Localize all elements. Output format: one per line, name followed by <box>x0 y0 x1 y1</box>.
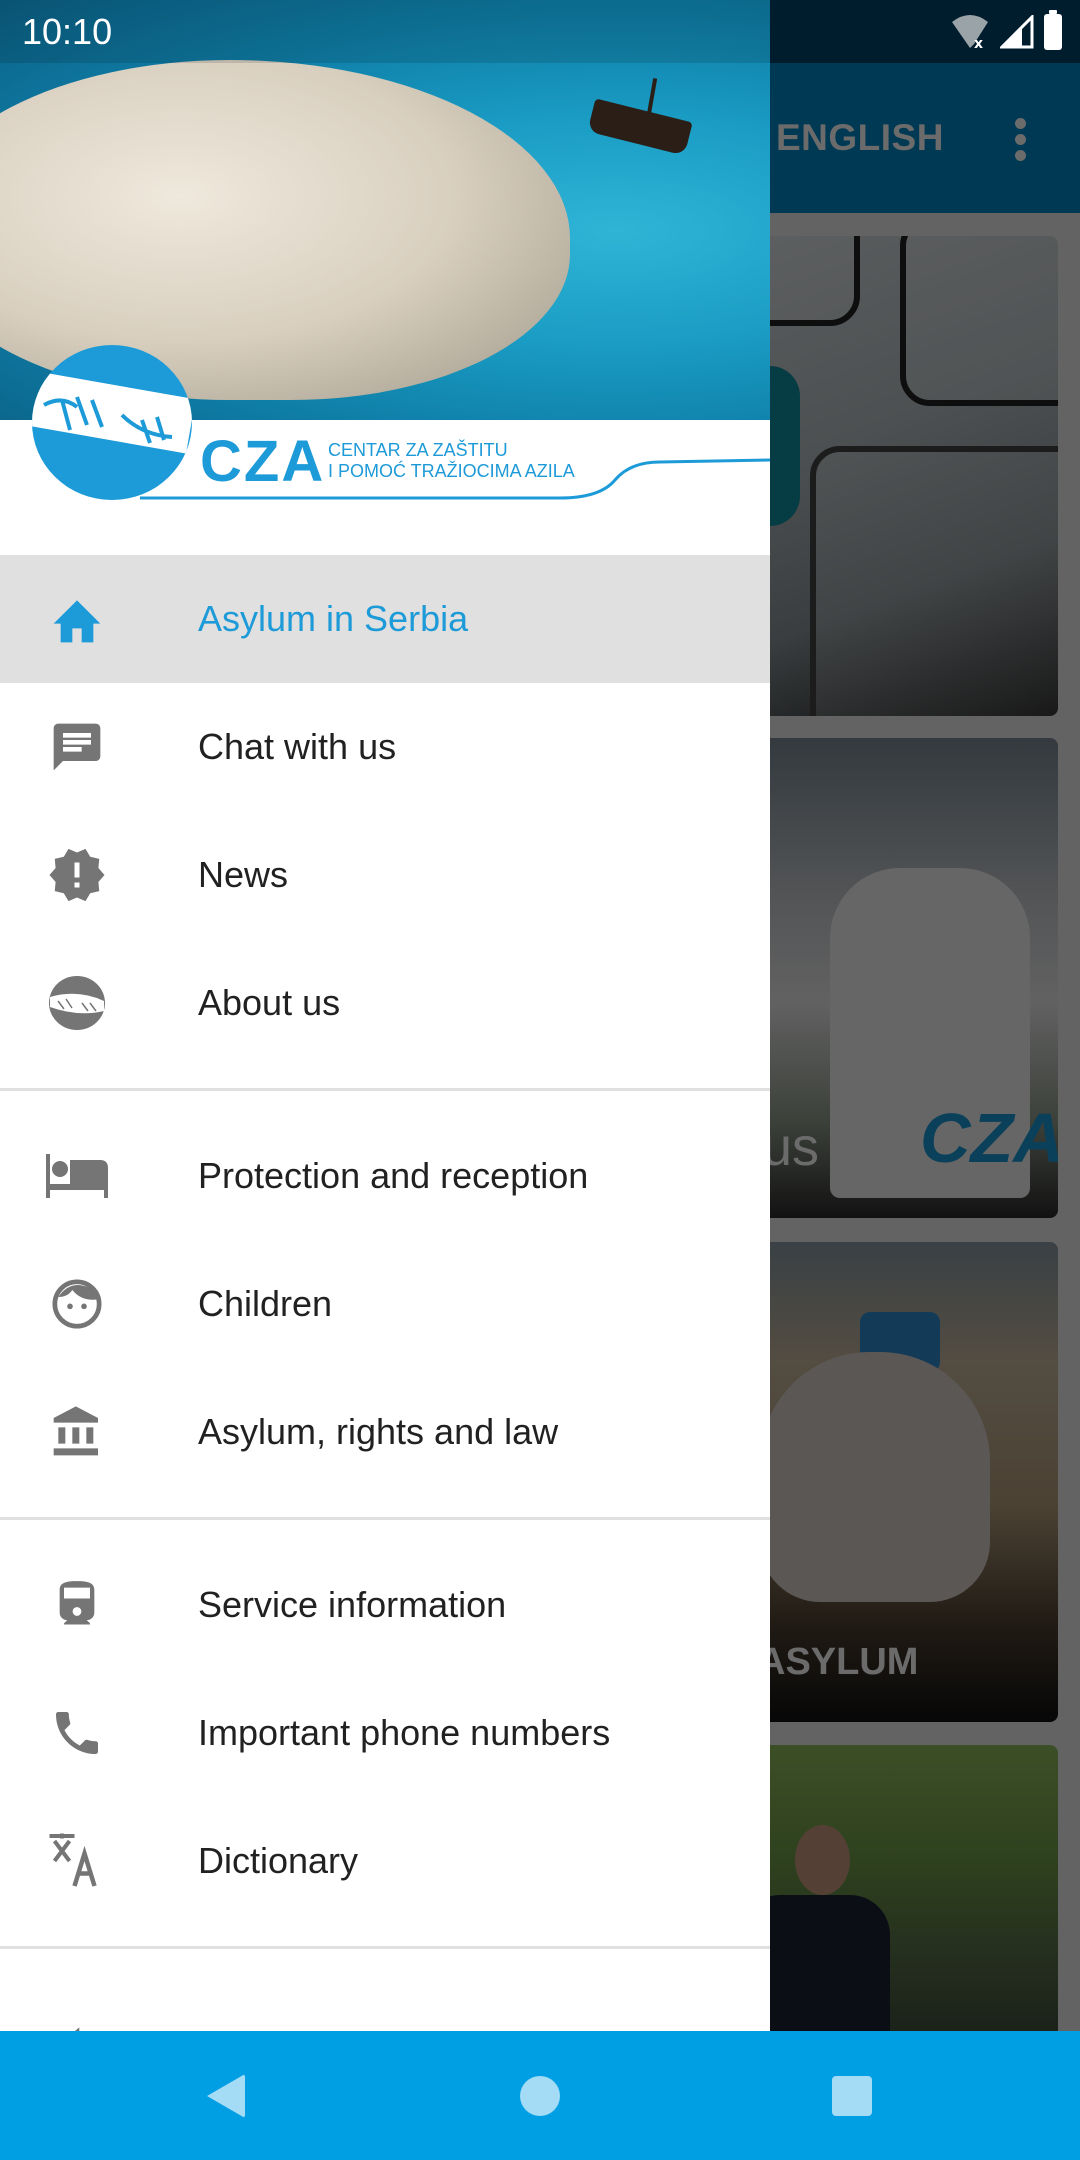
megaphone-icon <box>46 2015 108 2031</box>
menu-item-label: Asylum, rights and law <box>198 1411 559 1452</box>
menu-item-label: Asylum in Serbia <box>198 598 469 639</box>
recents-button[interactable] <box>782 2031 922 2160</box>
recents-icon <box>832 2075 872 2116</box>
home-button[interactable] <box>470 2031 610 2160</box>
home-icon <box>46 588 108 650</box>
logo-subtitle: CENTAR ZA ZAŠTITU I POMOĆ TRAŽIOCIMA AZI… <box>328 440 575 482</box>
translate-icon <box>46 1830 108 1892</box>
menu-item-label: Dictionary <box>198 1840 359 1881</box>
menu-divider <box>0 1088 770 1091</box>
back-icon <box>207 2073 245 2118</box>
menu-divider <box>0 1946 770 1949</box>
cza-logo-icon <box>32 345 192 500</box>
menu-divider <box>0 1517 770 1520</box>
menu-item-label: News <box>198 854 289 895</box>
drawer-header: CZA CENTAR ZA ZAŠTITU I POMOĆ TRAŽIOCIMA… <box>0 0 770 555</box>
logo-line-1: CENTAR ZA ZAŠTITU <box>328 440 508 460</box>
handshake-logo-icon <box>46 972 108 1034</box>
logo-line-2: I POMOĆ TRAŽIOCIMA AZILA <box>328 461 575 481</box>
menu-item-label: Children <box>198 1283 333 1324</box>
menu-item-label: About us <box>198 982 341 1023</box>
menu-item-service-information[interactable]: Service information <box>0 1541 770 1669</box>
menu-item-label: Service information <box>198 1584 507 1625</box>
back-button[interactable] <box>156 2031 296 2160</box>
new-releases-icon <box>46 844 108 906</box>
child-face-icon <box>46 1273 108 1335</box>
bed-icon <box>46 1145 108 1207</box>
status-bar: 10:10 x <box>0 0 1080 63</box>
menu-item-children[interactable]: Children <box>0 1240 770 1368</box>
menu-item-report[interactable]: Report... <box>0 1970 770 2031</box>
menu-item-chat-with-us[interactable]: Chat with us <box>0 683 770 811</box>
menu-item-asylum-in-serbia[interactable]: Asylum in Serbia <box>0 555 770 683</box>
menu-item-important-phone-numbers[interactable]: Important phone numbers <box>0 1669 770 1797</box>
logo-abbreviation: CZA <box>200 429 326 494</box>
train-icon <box>46 1574 108 1636</box>
menu-item-label: Important phone numbers <box>198 1712 611 1753</box>
menu-item-label: Chat with us <box>198 726 397 767</box>
svg-text:x: x <box>974 36 983 50</box>
menu-item-news[interactable]: News <box>0 811 770 939</box>
navigation-drawer: CZA CENTAR ZA ZAŠTITU I POMOĆ TRAŽIOCIMA… <box>0 0 770 2031</box>
menu-item-protection-and-reception[interactable]: Protection and reception <box>0 1112 770 1240</box>
bank-icon <box>46 1401 108 1463</box>
header-photo-detail <box>587 98 693 156</box>
clock: 10:10 <box>22 11 113 52</box>
home-circle-icon <box>520 2075 560 2116</box>
menu-item-about-us[interactable]: About us <box>0 939 770 1067</box>
drawer-menu: Asylum in Serbia Chat with us News About… <box>0 555 770 2031</box>
battery-icon <box>1044 10 1062 50</box>
system-navigation-bar <box>0 2031 1080 2160</box>
menu-item-dictionary[interactable]: Dictionary <box>0 1797 770 1925</box>
phone-icon <box>46 1702 108 1764</box>
wifi-off-icon: x <box>950 14 990 52</box>
signal-icon <box>998 13 1034 49</box>
menu-item-label: Protection and reception <box>198 1155 589 1196</box>
menu-item-asylum-rights-and-law[interactable]: Asylum, rights and law <box>0 1368 770 1496</box>
chat-icon <box>46 716 108 778</box>
